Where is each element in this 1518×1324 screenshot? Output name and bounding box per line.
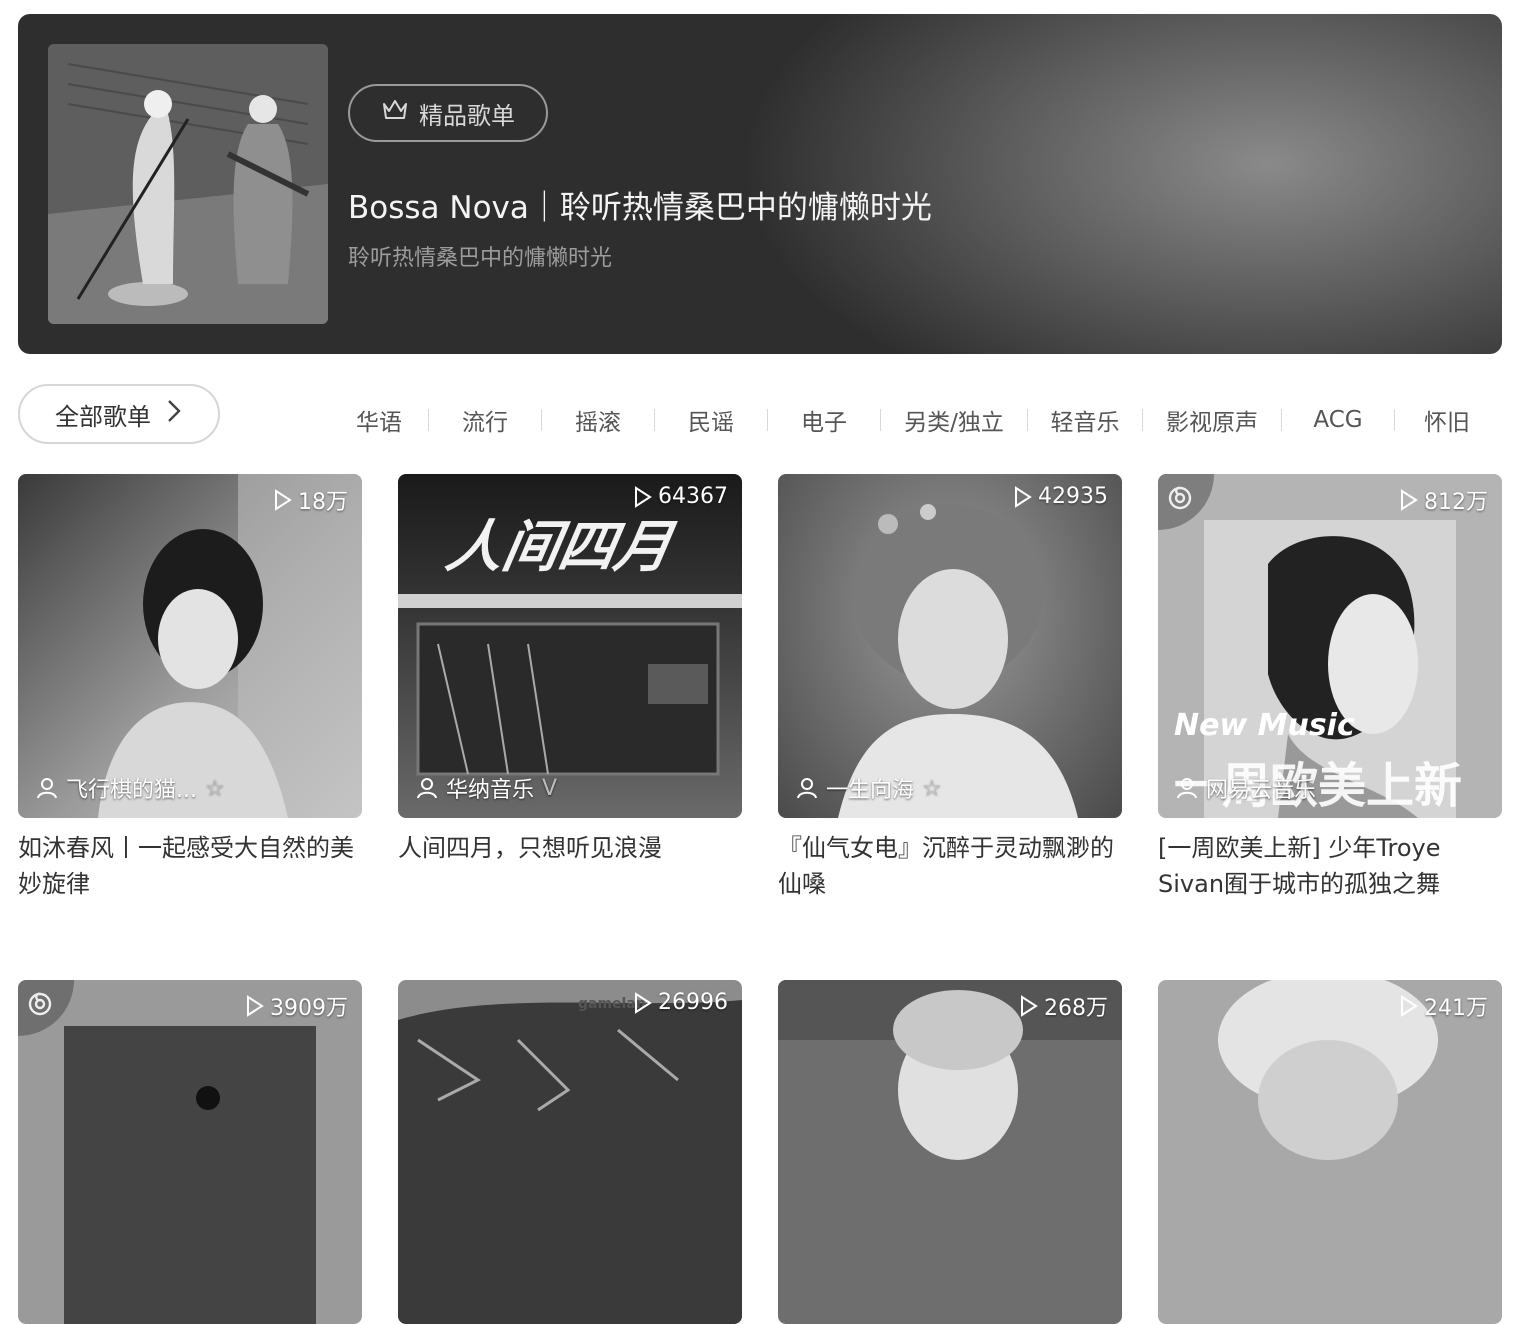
star-icon: ☆	[922, 775, 942, 801]
user-icon	[797, 778, 817, 799]
playlist-card[interactable]: 268万	[778, 980, 1122, 1324]
playlist-cover[interactable]: 3909万	[18, 980, 362, 1324]
play-count: 18万	[274, 484, 348, 516]
playlist-cover[interactable]: gamelan 26996	[398, 980, 742, 1324]
play-icon	[1021, 995, 1038, 1017]
play-count-value: 268万	[1044, 996, 1108, 1021]
all-playlists-button[interactable]: 全部歌单	[18, 384, 220, 444]
category-tab[interactable]: 摇滚	[542, 403, 654, 437]
user-icon	[37, 778, 57, 799]
banner-title[interactable]: Bossa Nova｜聆听热情桑巴中的慵懒时光	[348, 182, 932, 227]
playlist-card[interactable]: New Music 一周欧美上新 812万 网易云音乐 [一周欧美上新] 少年T…	[1158, 474, 1502, 902]
category-tab[interactable]: 华语	[330, 403, 428, 437]
playlist-card[interactable]: 人间四月 64367 华纳音乐 V 人间四月，只想听见浪漫	[398, 474, 742, 866]
play-icon	[635, 485, 652, 508]
chevron-right-icon	[165, 398, 183, 430]
creator-name: 网易云音乐	[1206, 778, 1317, 803]
user-icon	[417, 778, 437, 799]
playlist-card[interactable]: 42935 一生向海 ☆ 『仙气女电』沉醉于灵动飘渺的仙嗓	[778, 474, 1122, 902]
play-count-value: 241万	[1424, 996, 1488, 1021]
playlist-card[interactable]: 3909万	[18, 980, 362, 1324]
playlist-cover[interactable]: 人间四月 64367 华纳音乐 V	[398, 474, 742, 818]
verified-v-icon: V	[542, 775, 558, 801]
category-tab[interactable]: 民谣	[655, 403, 767, 437]
netease-music-icon	[28, 992, 52, 1016]
crown-icon	[381, 96, 409, 130]
playlist-cover[interactable]: 241万	[1158, 980, 1502, 1324]
play-icon	[275, 489, 292, 511]
category-tab[interactable]: 电子	[768, 403, 880, 437]
play-count-value: 3909万	[270, 996, 348, 1021]
play-icon	[247, 995, 264, 1017]
play-count: 26996	[634, 990, 728, 1015]
playlist-cover[interactable]: 18万 飞行棋的猫... ☆	[18, 474, 362, 818]
creator-name: 飞行棋的猫...	[66, 778, 197, 803]
featured-playlist-banner[interactable]: 精品歌单 Bossa Nova｜聆听热情桑巴中的慵懒时光 聆听热情桑巴中的慵懒时…	[18, 14, 1502, 354]
cover-new-music-text: New Music	[1174, 708, 1355, 743]
play-icon	[635, 991, 652, 1014]
play-count-value: 18万	[298, 490, 348, 515]
category-tab[interactable]: 轻音乐	[1028, 403, 1142, 437]
play-count-value: 26996	[658, 990, 728, 1015]
play-icon	[1015, 485, 1032, 508]
badge-label: 精品歌单	[419, 101, 515, 130]
play-count: 42935	[1014, 484, 1108, 509]
play-count-value: 812万	[1424, 490, 1488, 515]
category-tab[interactable]: ACG	[1282, 407, 1394, 433]
play-icon	[1401, 489, 1418, 511]
category-tabs: 华语 流行 摇滚 民谣 电子 另类/独立 轻音乐 影视原声 ACG 怀旧	[330, 400, 1500, 440]
banner-cover-image[interactable]	[48, 44, 328, 324]
play-count: 241万	[1400, 990, 1488, 1022]
all-playlists-label: 全部歌单	[55, 402, 151, 431]
category-tab[interactable]: 另类/独立	[881, 403, 1027, 437]
play-count: 812万	[1400, 484, 1488, 516]
play-count: 3909万	[246, 990, 348, 1022]
category-tab[interactable]: 流行	[429, 403, 541, 437]
play-count-value: 64367	[658, 484, 728, 509]
play-icon	[1401, 995, 1418, 1017]
playlist-title[interactable]: [一周欧美上新] 少年Troye Sivan囿于城市的孤独之舞	[1158, 830, 1502, 902]
play-count-value: 42935	[1038, 484, 1108, 509]
banner-subtitle: 聆听热情桑巴中的慵懒时光	[348, 246, 613, 271]
category-tab[interactable]: 怀旧	[1395, 403, 1499, 437]
play-count: 268万	[1020, 990, 1108, 1022]
play-count: 64367	[634, 484, 728, 509]
creator-info[interactable]: 华纳音乐 V	[416, 772, 557, 804]
netease-music-icon	[1168, 486, 1192, 510]
cover-title-text: 人间四月	[441, 515, 677, 580]
playlist-cover[interactable]: 268万	[778, 980, 1122, 1324]
star-icon: ☆	[204, 775, 225, 801]
playlist-cover[interactable]: New Music 一周欧美上新 812万 网易云音乐	[1158, 474, 1502, 818]
creator-info[interactable]: 网易云音乐	[1176, 772, 1316, 804]
premium-playlist-badge[interactable]: 精品歌单	[348, 84, 548, 142]
creator-name: 华纳音乐	[446, 778, 535, 803]
playlist-title[interactable]: 『仙气女电』沉醉于灵动飘渺的仙嗓	[778, 830, 1122, 902]
playlist-cover[interactable]: 42935 一生向海 ☆	[778, 474, 1122, 818]
creator-info[interactable]: 飞行棋的猫... ☆	[36, 772, 225, 804]
category-tab[interactable]: 影视原声	[1143, 403, 1281, 437]
user-icon	[1177, 778, 1197, 799]
playlist-title[interactable]: 如沐春风丨一起感受大自然的美妙旋律	[18, 830, 362, 902]
playlist-card[interactable]: 18万 飞行棋的猫... ☆ 如沐春风丨一起感受大自然的美妙旋律	[18, 474, 362, 902]
creator-info[interactable]: 一生向海 ☆	[796, 772, 942, 804]
playlist-card[interactable]: gamelan 26996	[398, 980, 742, 1324]
playlist-card[interactable]: 241万	[1158, 980, 1502, 1324]
creator-name: 一生向海	[826, 778, 915, 803]
playlist-title[interactable]: 人间四月，只想听见浪漫	[398, 830, 742, 866]
